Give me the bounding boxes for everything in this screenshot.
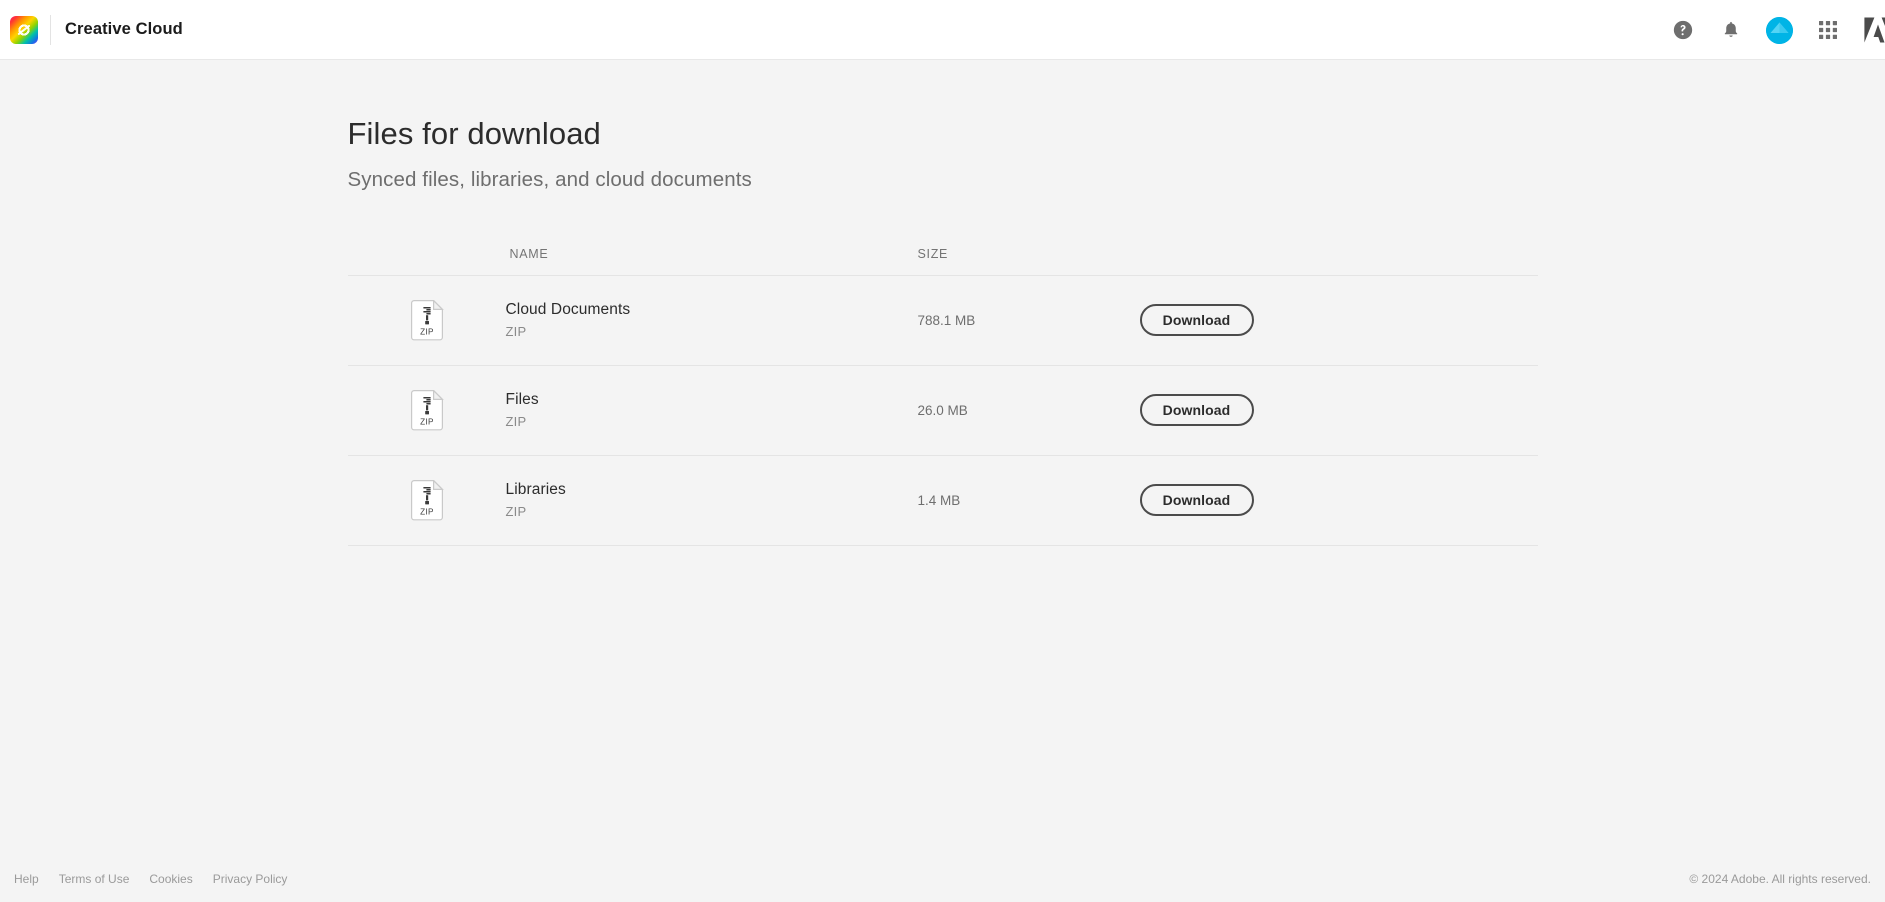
file-type: ZIP	[505, 324, 527, 340]
adobe-logo-icon[interactable]	[1863, 16, 1885, 44]
file-name: Libraries	[505, 481, 566, 499]
zip-file-icon: ZIP	[410, 298, 444, 341]
download-button[interactable]: Download	[1139, 484, 1254, 517]
page-title: Files for download	[347, 116, 601, 151]
file-info: Files ZIP	[506, 391, 539, 429]
download-button[interactable]: Download	[1139, 304, 1254, 337]
brand-area: Creative Cloud	[10, 0, 183, 59]
svg-text:ZIP: ZIP	[420, 417, 434, 426]
file-name-cell: ZIP Files ZIP	[348, 388, 918, 431]
page-subtitle: Synced files, libraries, and cloud docum…	[347, 167, 752, 191]
app-header-actions	[1670, 0, 1885, 60]
brand-divider	[50, 14, 51, 45]
file-size: 26.0 MB	[917, 402, 968, 418]
creative-cloud-logo-stroke	[17, 24, 31, 35]
file-type: ZIP	[505, 504, 527, 520]
creative-cloud-logo-icon[interactable]	[10, 15, 38, 44]
download-button[interactable]: Download	[1139, 394, 1254, 427]
files-table: NAME SIZE ZIP Cloud Documents ZIP 788.1 …	[347, 234, 1538, 546]
help-icon[interactable]	[1670, 17, 1696, 43]
footer-link-help[interactable]: Help	[14, 872, 39, 886]
footer-copyright: © 2024 Adobe. All rights reserved.	[1689, 872, 1871, 886]
file-action-cell: Download	[1138, 484, 1538, 517]
app-title: Creative Cloud	[65, 20, 183, 38]
bell-icon[interactable]	[1718, 17, 1744, 43]
file-size: 1.4 MB	[917, 492, 961, 508]
file-type: ZIP	[505, 414, 527, 430]
zip-file-icon: ZIP	[410, 388, 444, 431]
file-name-cell: ZIP Cloud Documents ZIP	[348, 298, 918, 341]
zip-file-icon: ZIP	[410, 478, 444, 521]
column-header-size: SIZE	[917, 247, 949, 262]
footer-link-cookies[interactable]: Cookies	[149, 872, 192, 886]
file-name: Cloud Documents	[505, 301, 631, 319]
avatar[interactable]	[1766, 16, 1793, 44]
file-info: Cloud Documents ZIP	[506, 301, 631, 339]
table-row: ZIP Cloud Documents ZIP 788.1 MB Downloa…	[347, 276, 1538, 366]
file-action-cell: Download	[1138, 304, 1538, 337]
file-action-cell: Download	[1138, 394, 1538, 427]
svg-text:ZIP: ZIP	[420, 327, 434, 336]
file-name-cell: ZIP Libraries ZIP	[348, 478, 918, 521]
svg-text:ZIP: ZIP	[420, 507, 434, 516]
main-content: Files for download Synced files, librari…	[0, 60, 1885, 546]
footer-links: Help Terms of Use Cookies Privacy Policy	[14, 872, 287, 886]
app-header: Creative Cloud	[0, 0, 1885, 60]
file-info: Libraries ZIP	[506, 481, 566, 519]
footer-link-terms[interactable]: Terms of Use	[59, 872, 130, 886]
column-header-name: NAME	[509, 247, 549, 262]
page-footer: Help Terms of Use Cookies Privacy Policy…	[0, 872, 1885, 902]
table-row: ZIP Files ZIP 26.0 MB Download	[347, 366, 1538, 456]
app-grid-icon[interactable]	[1815, 17, 1841, 43]
page-container: Files for download Synced files, librari…	[347, 60, 1538, 546]
table-header-row: NAME SIZE	[347, 234, 1538, 276]
footer-link-privacy[interactable]: Privacy Policy	[213, 872, 288, 886]
file-size: 788.1 MB	[917, 312, 976, 328]
table-row: ZIP Libraries ZIP 1.4 MB Download	[347, 456, 1538, 546]
file-name: Files	[505, 391, 539, 409]
